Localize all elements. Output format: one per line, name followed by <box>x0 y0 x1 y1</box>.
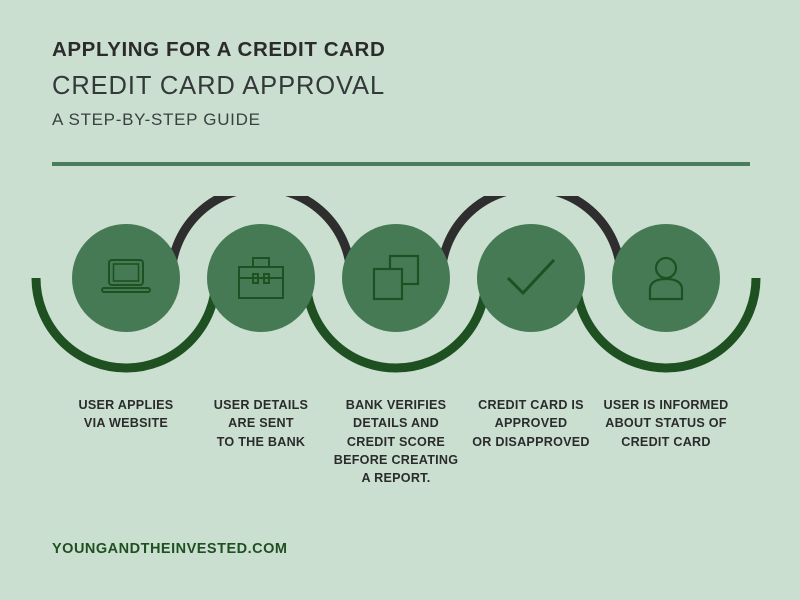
step-circle-1[interactable] <box>72 224 180 332</box>
caption-line: ABOUT STATUS OF <box>605 416 727 431</box>
caption-line: CREDIT CARD IS <box>478 398 584 412</box>
kicker-text: APPLYING FOR A CREDIT CARD <box>52 38 386 61</box>
steps-row <box>0 196 800 386</box>
infographic-canvas: APPLYING FOR A CREDIT CARD CREDIT CARD A… <box>0 0 800 600</box>
captions-row: USER APPLIES VIA WEBSITE USER DETAILS AR… <box>0 396 800 487</box>
step-caption-2: USER DETAILS ARE SENT TO THE BANK <box>193 396 329 487</box>
caption-line: USER IS INFORMED <box>603 398 729 412</box>
step-caption-5: USER IS INFORMED ABOUT STATUS OF CREDIT … <box>598 396 734 487</box>
step-circle-4[interactable] <box>477 224 585 332</box>
caption-line: BANK VERIFIES <box>345 398 447 412</box>
footer-site-url: YOUNGANDTHEINVESTED.COM <box>52 541 288 557</box>
step-caption-1: USER APPLIES VIA WEBSITE <box>58 396 194 487</box>
caption-line: BEFORE CREATING <box>333 452 459 467</box>
page-subtitle: A STEP-BY-STEP GUIDE <box>52 109 261 129</box>
step-caption-3: BANK VERIFIES DETAILS AND CREDIT SCORE B… <box>328 396 464 487</box>
user-icon <box>644 253 688 303</box>
documents-icon <box>370 253 422 303</box>
caption-line: USER APPLIES <box>78 398 174 412</box>
page-title: CREDIT CARD APPROVAL <box>52 71 386 100</box>
briefcase-icon <box>234 254 288 302</box>
caption-line: A REPORT. <box>361 471 431 485</box>
checkmark-icon <box>504 255 558 301</box>
caption-line: DETAILS AND <box>352 416 439 431</box>
caption-line: CREDIT SCORE <box>346 434 446 449</box>
caption-line: APPROVED <box>494 416 568 431</box>
caption-line: USER DETAILS <box>213 398 309 412</box>
caption-line: OR DISAPPROVED <box>472 434 590 449</box>
step-caption-4: CREDIT CARD IS APPROVED OR DISAPPROVED <box>463 396 599 487</box>
header-block: APPLYING FOR A CREDIT CARD CREDIT CARD A… <box>52 38 752 129</box>
caption-line: CREDIT CARD <box>621 434 711 449</box>
header-divider <box>52 162 750 166</box>
laptop-icon <box>98 256 154 300</box>
step-circle-5[interactable] <box>612 224 720 332</box>
step-circle-3[interactable] <box>342 224 450 332</box>
step-circle-2[interactable] <box>207 224 315 332</box>
caption-line: VIA WEBSITE <box>83 416 169 431</box>
caption-line: ARE SENT <box>228 416 294 431</box>
caption-line: TO THE BANK <box>216 434 306 449</box>
